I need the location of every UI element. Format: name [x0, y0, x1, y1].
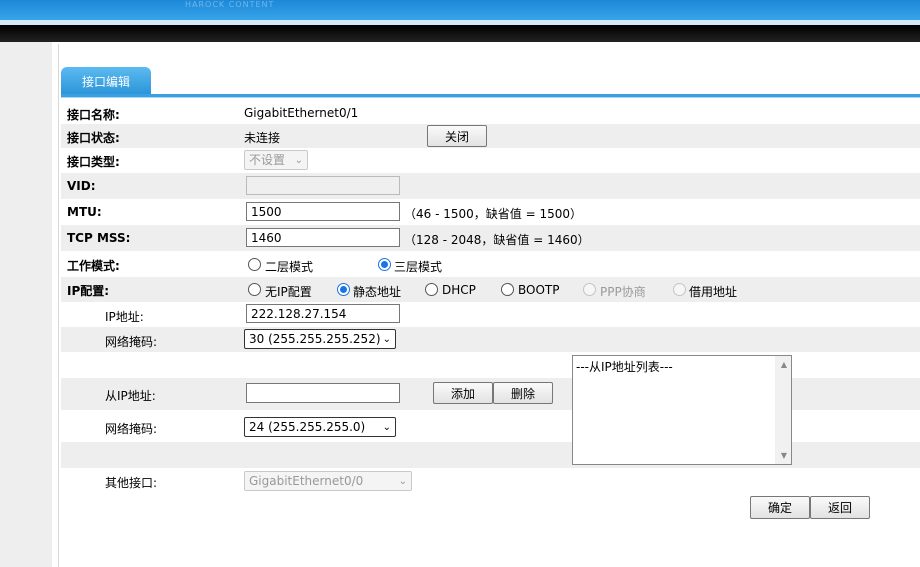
interface-status-value: 未连接	[244, 131, 281, 145]
close-button[interactable]: 关闭	[427, 125, 487, 147]
row-other-interface: 其他接口: GigabitEthernet0/0 ⌄	[61, 468, 920, 494]
radio-layer2-label: 二层模式	[265, 260, 314, 274]
row-mtu: MTU: 1500 （46 - 1500，缺省值 = 1500）	[61, 199, 920, 225]
radio-ppp-label: PPP协商	[600, 285, 646, 299]
banner-text: HAROCK CONTENT	[185, 0, 275, 9]
mtu-label: MTU:	[67, 205, 102, 219]
ip-address-input[interactable]: 222.128.27.154	[246, 304, 400, 323]
ip-address-label: IP地址:	[105, 310, 144, 324]
mtu-input[interactable]: 1500	[246, 202, 400, 221]
interface-name-value: GigabitEthernet0/1	[244, 106, 359, 120]
scroll-down-icon[interactable]: ▼	[781, 451, 787, 460]
netmask2-value: 24 (255.255.255.0)	[249, 420, 366, 434]
row-vid: VID:	[61, 173, 920, 199]
scroll-up-icon[interactable]: ▲	[781, 360, 787, 369]
other-interface-value: GigabitEthernet0/0	[249, 474, 364, 488]
tab-underline-light	[61, 97, 920, 98]
row-interface-type: 接口类型: 不设置 ⌄	[61, 148, 920, 173]
other-interface-label: 其他接口:	[105, 476, 158, 490]
row-ip-config: IP配置: 无IP配置 静态地址 DHCP BOOTP PPP协商 借用地址	[61, 277, 920, 302]
ok-button[interactable]: 确定	[750, 496, 810, 519]
chevron-down-icon: ⌄	[382, 422, 391, 433]
add-button[interactable]: 添加	[433, 382, 493, 404]
tcp-mss-hint: （128 - 2048，缺省值 = 1460）	[404, 233, 590, 247]
work-mode-label: 工作模式:	[67, 259, 120, 273]
other-interface-select[interactable]: GigabitEthernet0/0 ⌄	[244, 471, 412, 491]
top-banner: HAROCK CONTENT	[0, 0, 920, 42]
chevron-down-icon: ⌄	[382, 334, 391, 345]
radio-borrow[interactable]	[673, 283, 686, 296]
netmask2-select[interactable]: 24 (255.255.255.0) ⌄	[244, 417, 396, 437]
row-netmask: 网络掩码: 30 (255.255.255.252) ⌄	[61, 327, 920, 352]
banner-light-strip	[0, 20, 920, 25]
radio-borrow-label: 借用地址	[689, 285, 738, 299]
list-scrollbar[interactable]	[775, 356, 791, 464]
row-interface-name: 接口名称: GigabitEthernet0/1	[61, 102, 920, 124]
row-tcp-mss: TCP MSS: 1460 （128 - 2048，缺省值 = 1460）	[61, 225, 920, 251]
radio-dhcp-label: DHCP	[442, 283, 476, 297]
radio-layer3-label: 三层模式	[394, 260, 443, 274]
back-button[interactable]: 返回	[810, 496, 870, 519]
secondary-ip-list[interactable]: ---从IP地址列表--- ▲ ▼	[572, 355, 792, 465]
vid-input[interactable]	[246, 176, 400, 195]
netmask2-label: 网络掩码:	[105, 422, 158, 436]
vid-label: VID:	[67, 179, 96, 193]
tab-interface-edit[interactable]: 接口编辑	[61, 67, 151, 95]
radio-dhcp[interactable]	[425, 283, 438, 296]
secondary-ip-label: 从IP地址:	[105, 389, 156, 403]
interface-type-value: 不设置	[249, 153, 286, 167]
netmask-select[interactable]: 30 (255.255.255.252) ⌄	[244, 329, 396, 349]
tcp-mss-input[interactable]: 1460	[246, 228, 400, 247]
delete-button[interactable]: 删除	[493, 382, 553, 404]
left-pane	[0, 42, 52, 567]
row-interface-status: 接口状态: 未连接 关闭	[61, 124, 920, 148]
radio-layer3[interactable]	[378, 258, 391, 271]
interface-status-label: 接口状态:	[67, 131, 120, 145]
mtu-hint: （46 - 1500，缺省值 = 1500）	[404, 207, 582, 221]
radio-bootp[interactable]	[501, 283, 514, 296]
interface-name-label: 接口名称:	[67, 108, 120, 122]
row-work-mode: 工作模式: 二层模式 三层模式	[61, 251, 920, 277]
radio-static[interactable]	[337, 283, 350, 296]
radio-ppp[interactable]	[583, 283, 596, 296]
interface-type-label: 接口类型:	[67, 155, 120, 169]
left-divider	[58, 44, 59, 567]
interface-type-select[interactable]: 不设置 ⌄	[244, 150, 308, 170]
radio-static-label: 静态地址	[353, 285, 402, 299]
secondary-ip-input[interactable]	[246, 383, 400, 403]
netmask-label: 网络掩码:	[105, 335, 158, 349]
tcp-mss-label: TCP MSS:	[67, 231, 131, 245]
chevron-down-icon: ⌄	[398, 476, 407, 487]
secondary-ip-list-placeholder[interactable]: ---从IP地址列表---	[576, 358, 673, 375]
radio-layer2[interactable]	[248, 258, 261, 271]
banner-blue-strip	[0, 0, 920, 20]
ip-config-label: IP配置:	[67, 284, 110, 298]
radio-bootp-label: BOOTP	[518, 283, 560, 297]
radio-no-ip[interactable]	[248, 283, 261, 296]
row-ip-address: IP地址: 222.128.27.154	[61, 302, 920, 327]
chevron-down-icon: ⌄	[294, 155, 303, 166]
netmask-value: 30 (255.255.255.252)	[249, 332, 381, 346]
radio-no-ip-label: 无IP配置	[265, 285, 312, 299]
